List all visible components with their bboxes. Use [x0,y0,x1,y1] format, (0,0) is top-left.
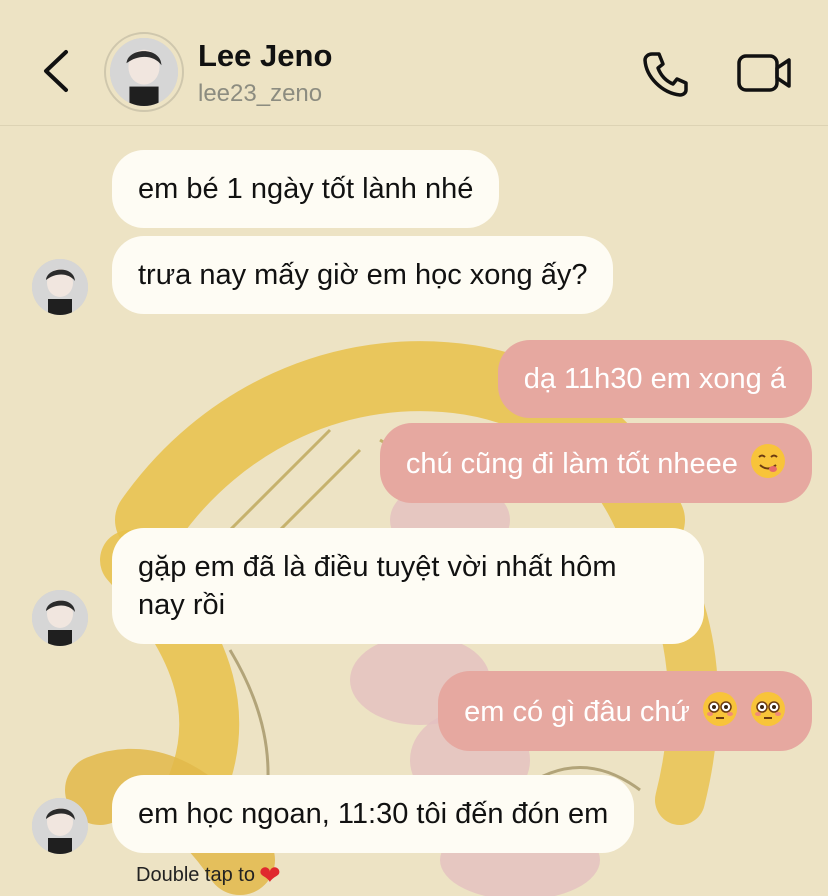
sender-avatar[interactable] [32,590,88,646]
phone-icon[interactable] [640,48,690,98]
message-text-line: gặp em đã là điều tuyệt vời nhất hôm [138,551,617,583]
double-tap-hint: Double tap to ❤ [136,860,281,891]
outgoing-message[interactable]: dạ 11h30 em xong á [497,340,812,418]
outgoing-message[interactable]: em có gì đâu chứ [438,671,812,751]
message-text: chú cũng đi làm tốt nheee [405,448,738,480]
incoming-message[interactable]: em bé 1 ngày tốt lành nhé [112,150,500,228]
message-text: em học ngoan, 11:30 tôi đến đón em [138,798,609,830]
double-tap-label: Double tap to [136,864,255,886]
incoming-message[interactable]: trưa nay mấy giờ em học xong ấy? [112,236,614,314]
message-text: dạ 11h30 em xong á [523,363,786,395]
contact-avatar[interactable] [104,32,184,112]
message-text: em bé 1 ngày tốt lành nhé [138,173,474,205]
outgoing-message[interactable]: chú cũng đi làm tốt nheee [379,423,812,503]
sender-avatar[interactable] [32,259,88,315]
contact-name[interactable]: Lee Jeno [198,38,332,74]
video-camera-icon[interactable] [736,48,792,98]
chat-header: Lee Jeno lee23_zeno [0,0,828,126]
message-text: trưa nay mấy giờ em học xong ấy? [138,259,588,291]
message-text: em có gì đâu chứ [464,696,690,728]
message-text-line: nay rồi [138,589,226,621]
heart-icon: ❤ [258,860,281,890]
sender-avatar[interactable] [32,798,88,854]
back-chevron-icon[interactable] [38,46,78,96]
flushed-face-emoji [702,692,737,726]
incoming-message[interactable]: em học ngoan, 11:30 tôi đến đón em [112,775,635,853]
incoming-message[interactable]: gặp em đã là điều tuyệt vời nhất hôm nay… [112,528,704,644]
yum-face-emoji [751,444,785,478]
flushed-face-emoji [751,692,785,726]
contact-username: lee23_zeno [198,80,323,107]
